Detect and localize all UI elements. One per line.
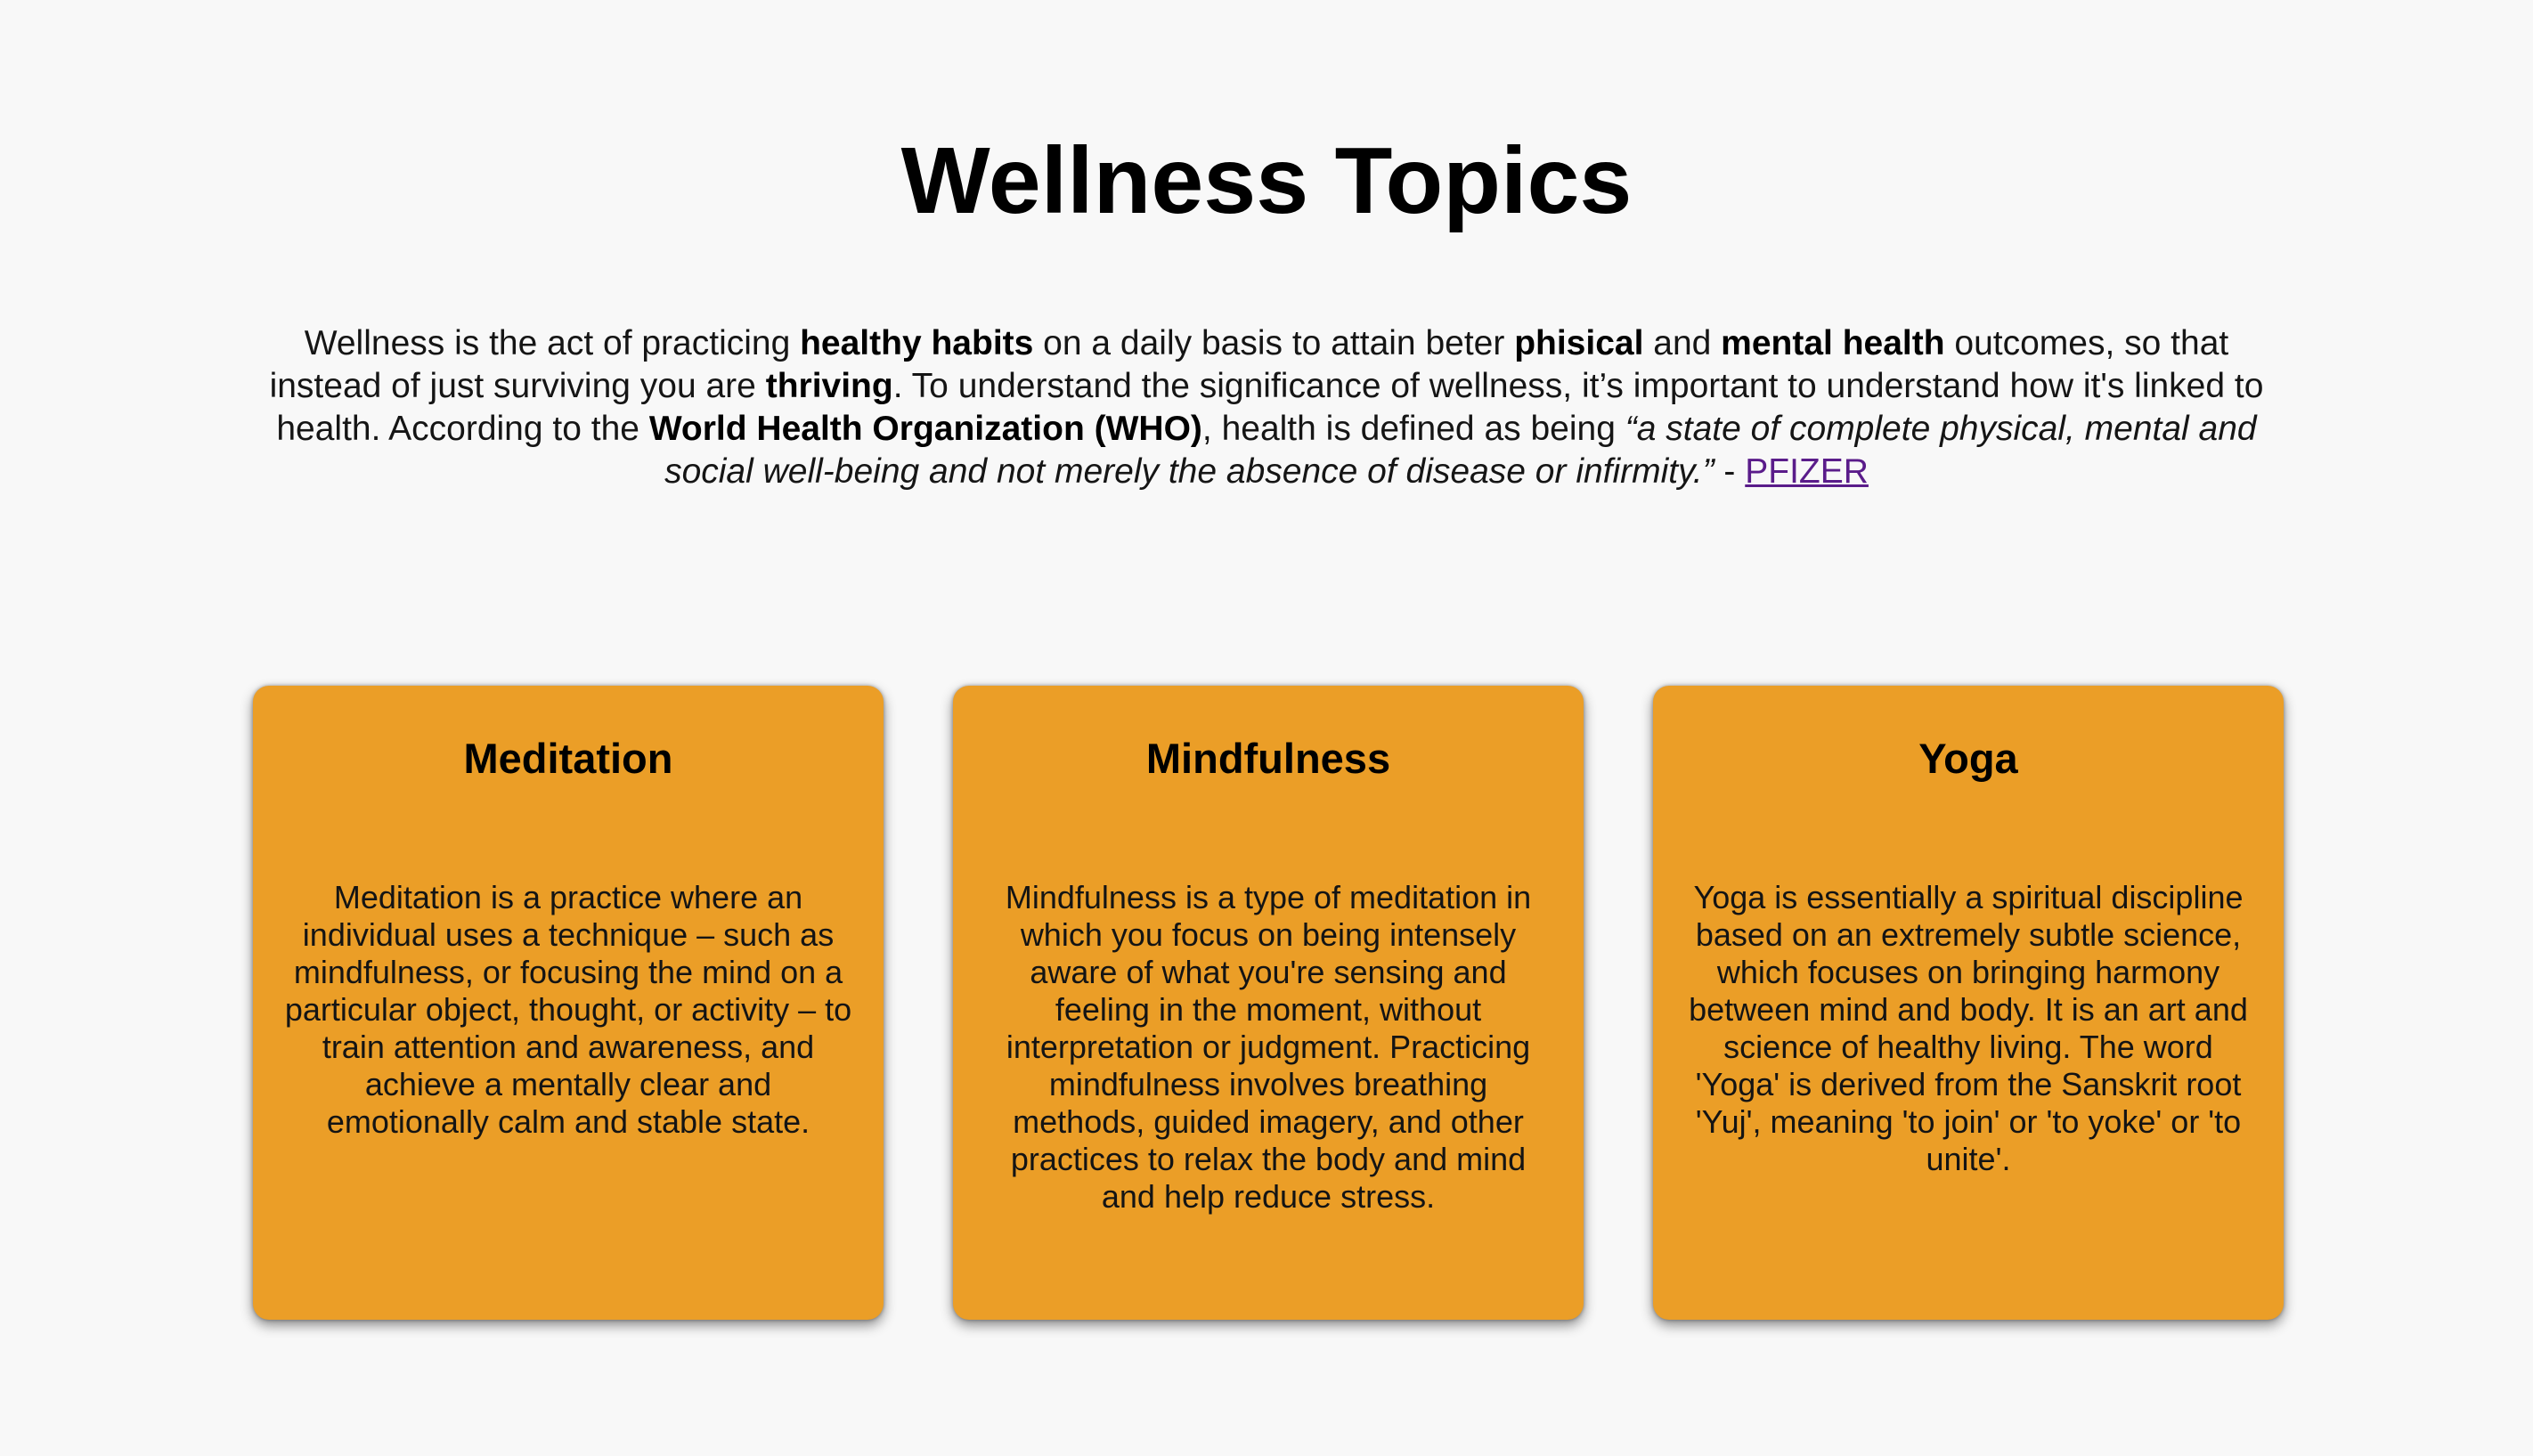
- card-mindfulness: Mindfulness Mindfulness is a type of med…: [953, 686, 1584, 1320]
- card-meditation: Meditation Meditation is a practice wher…: [253, 686, 884, 1320]
- intro-text-6: , health is defined as being: [1201, 410, 1625, 448]
- intro-text-7: -: [1714, 452, 1746, 491]
- intro-bold-thriving: thriving: [765, 367, 893, 405]
- intro-paragraph: Wellness is the act of practicing health…: [249, 322, 2284, 493]
- intro-bold-phisical: phisical: [1514, 324, 1644, 362]
- card-text-yoga: Yoga is essentially a spiritual discipli…: [1689, 879, 2248, 1177]
- intro-text-2: on a daily basis to attain beter: [1033, 324, 1515, 362]
- card-title-yoga: Yoga: [1918, 735, 2018, 782]
- intro-bold-mental-health: mental health: [1721, 324, 1945, 362]
- intro-bold-who: World Health Organization (WHO): [648, 410, 1202, 448]
- page-title: Wellness Topics: [900, 128, 1633, 233]
- card-text-meditation: Meditation is a practice where an indivi…: [284, 879, 852, 1140]
- card-title-meditation: Meditation: [463, 735, 673, 782]
- card-text-mindfulness: Mindfulness is a type of meditation in w…: [1005, 879, 1532, 1215]
- card-yoga: Yoga Yoga is essentially a spiritual dis…: [1653, 686, 2284, 1320]
- intro-text-1: Wellness is the act of practicing: [304, 324, 801, 362]
- intro-text-3: and: [1643, 324, 1722, 362]
- pfizer-link[interactable]: PFIZER: [1745, 452, 1869, 491]
- intro-bold-healthy-habits: healthy habits: [800, 324, 1034, 362]
- card-title-mindfulness: Mindfulness: [1145, 735, 1391, 782]
- topic-cards: Meditation Meditation is a practice wher…: [253, 686, 2284, 1320]
